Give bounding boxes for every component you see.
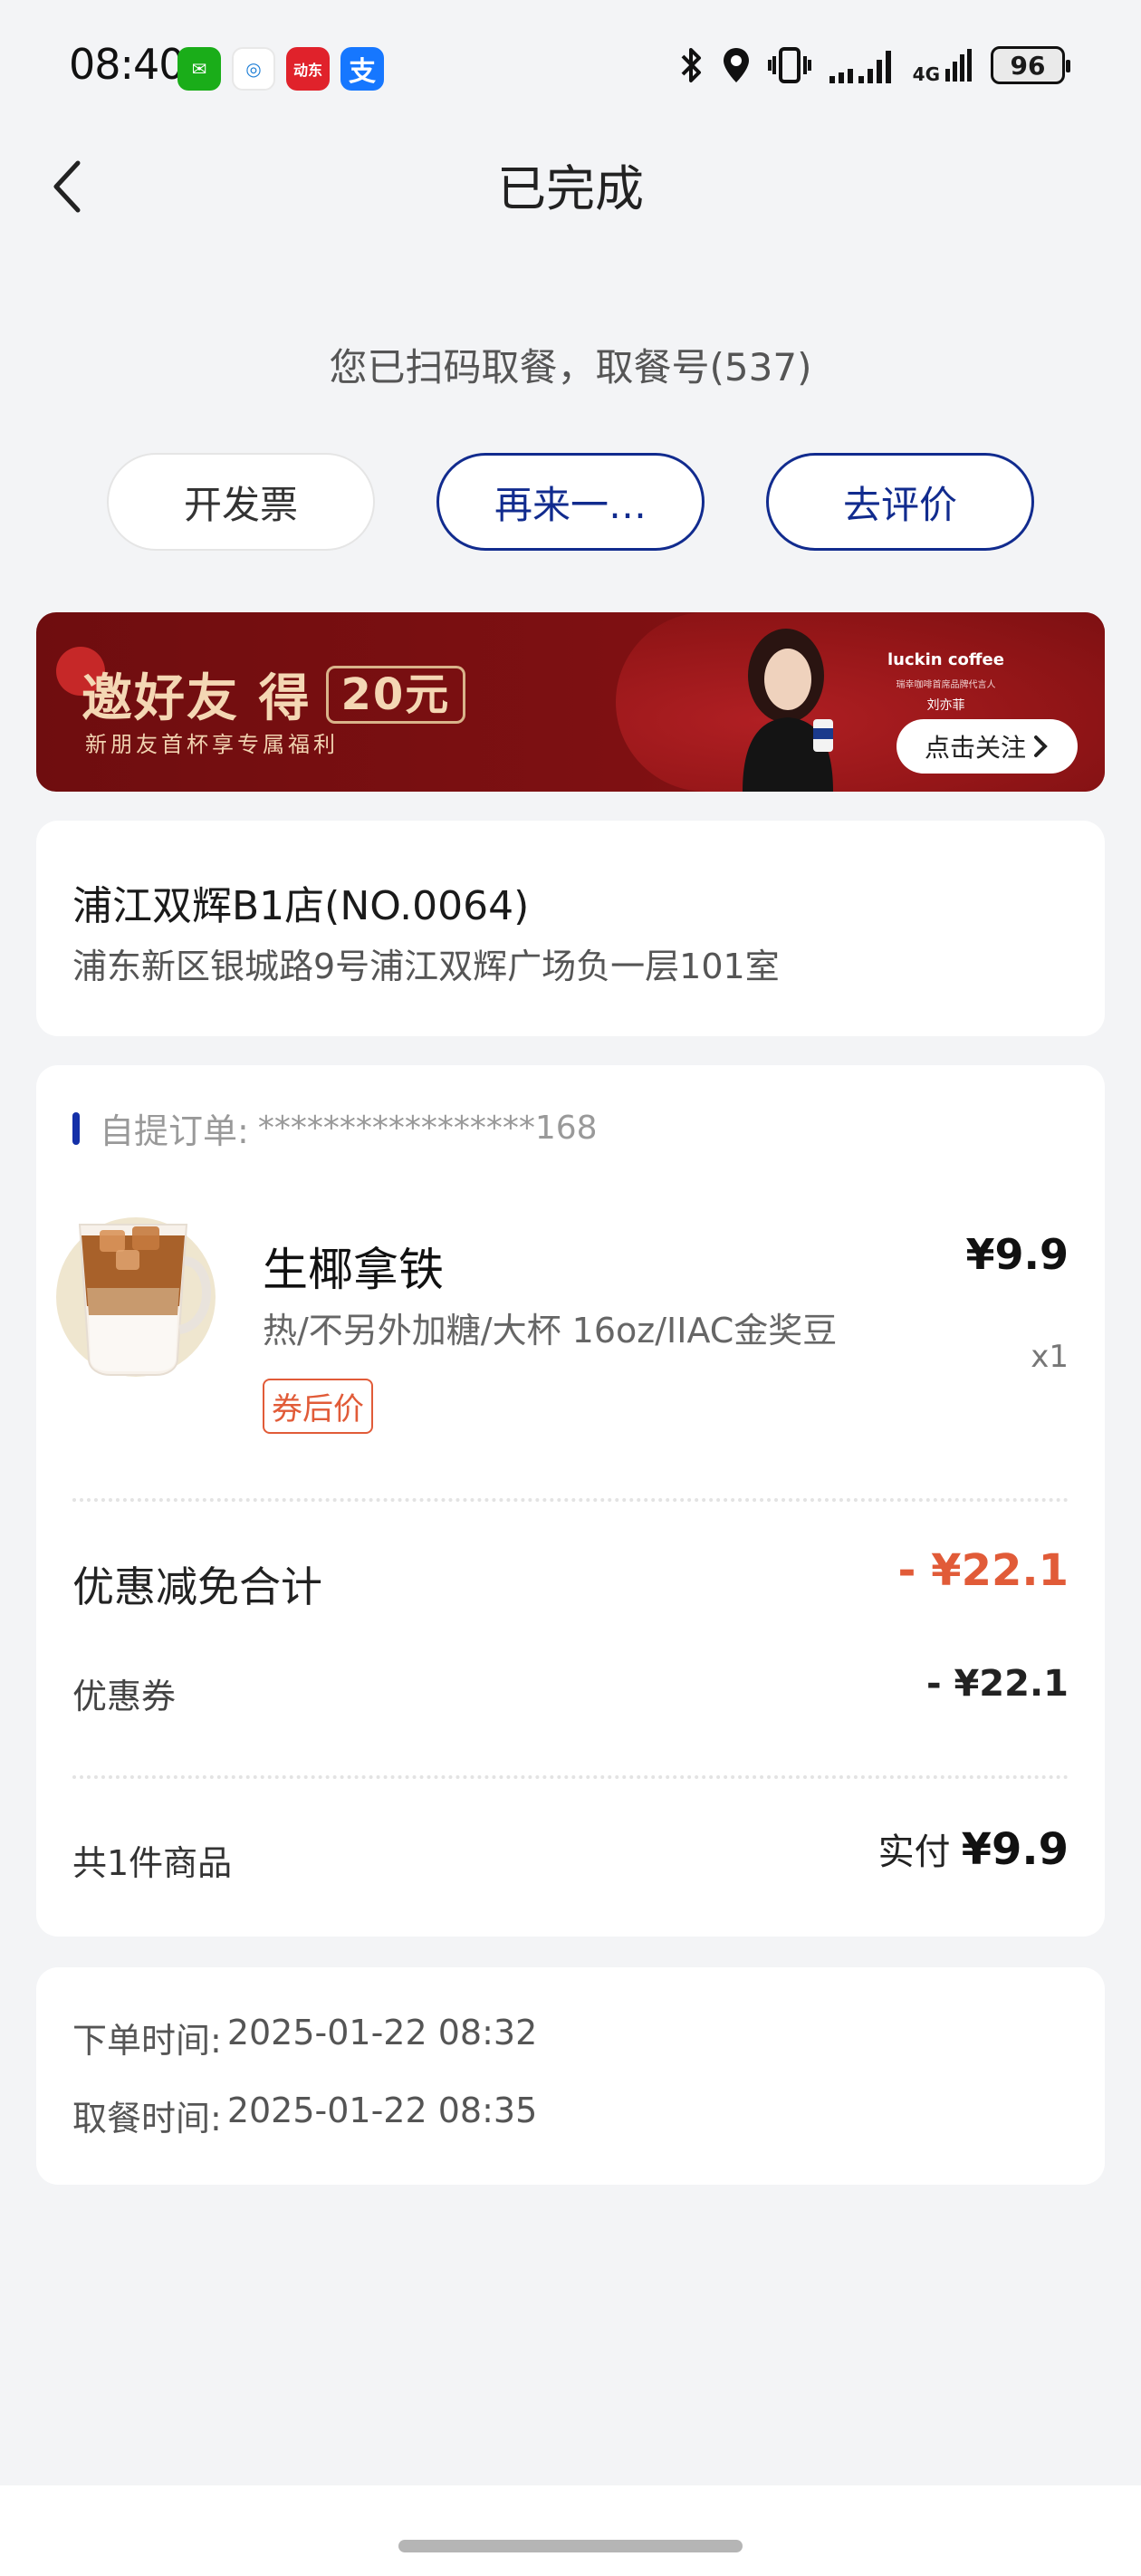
paid-label: 实付 — [877, 1831, 951, 1873]
invoice-button[interactable]: 开发票 — [107, 453, 375, 551]
order-time-row: 下单时间: 2025-01-22 08:32 — [72, 2013, 537, 2062]
bluetooth-icon — [681, 48, 701, 82]
system-icons: 4G 96 — [677, 45, 1070, 85]
vibrate-icon — [767, 47, 811, 83]
item-count: 共1件商品 — [72, 1843, 233, 1883]
order-time-value: 2025-01-22 08:32 — [226, 2013, 538, 2052]
pickup-time-label: 取餐时间: — [72, 2099, 222, 2139]
coupon-value: - ¥22.1 — [925, 1663, 1069, 1705]
coupon-label: 优惠券 — [72, 1677, 177, 1716]
order-time-label: 下单时间: — [72, 2021, 222, 2061]
follow-label: 点击关注 — [924, 733, 1026, 763]
dotted-divider — [72, 1498, 1069, 1502]
page-title: 已完成 — [497, 160, 644, 217]
pickup-time-value: 2025-01-22 08:35 — [226, 2091, 538, 2130]
banner-subtitle: 新朋友首杯享专属福利 — [85, 732, 339, 757]
cell-signal-icon — [945, 49, 972, 82]
wechat-icon: ✉ — [177, 47, 221, 91]
status-bar: 08:40 ✉ ◎ 动东 支 4G 96 — [0, 0, 1141, 136]
notification-icons: ✉ ◎ 动东 支 — [177, 47, 384, 91]
coupon-price-tag: 券后价 — [263, 1379, 373, 1434]
brand-block: luckin coffee 瑞幸咖啡首席品牌代言人 刘亦菲 — [887, 650, 1004, 714]
reorder-button[interactable]: 再来一… — [436, 453, 705, 551]
pickup-message: 您已扫码取餐，取餐号(537) — [329, 345, 812, 389]
store-card[interactable]: 浦江双辉B1店(NO.0064) 浦东新区银城路9号浦江双辉广场负一层101室 — [36, 821, 1105, 1036]
brand-person: 刘亦菲 — [926, 698, 965, 713]
home-indicator[interactable] — [398, 2540, 743, 2552]
pickup-time-row: 取餐时间: 2025-01-22 08:35 — [72, 2091, 537, 2140]
dongfang-icon: 动东 — [286, 47, 330, 91]
paid-value: ¥9.9 — [961, 1824, 1069, 1875]
status-time: 08:40 — [69, 40, 186, 89]
china-mobile-icon: ◎ — [232, 47, 275, 91]
nav-bar: 已完成 — [0, 136, 1141, 235]
order-times-card: 下单时间: 2025-01-22 08:32 取餐时间: 2025-01-22 … — [36, 1967, 1105, 2185]
banner-title-text: 邀好友 得 — [82, 669, 312, 728]
spokesperson-image — [743, 629, 833, 792]
product-quantity: x1 — [1031, 1339, 1069, 1375]
coconut-latte-image — [56, 1217, 216, 1377]
product-price: ¥9.9 — [965, 1230, 1069, 1279]
alipay-icon: 支 — [340, 47, 384, 91]
signal-icon — [829, 51, 891, 83]
brand-tagline: 瑞幸咖啡首席品牌代言人 — [896, 680, 996, 690]
order-header: 自提订单: *****************168 — [72, 1103, 598, 1153]
store-address: 浦东新区银城路9号浦江双辉广场负一层101室 — [72, 947, 780, 986]
order-detail-page: 08:40 ✉ ◎ 动东 支 4G 96 已完成 您已扫码取餐，取餐号(537)… — [0, 0, 1141, 2576]
order-label: 自提订单: — [100, 1111, 249, 1151]
product-name: 生椰拿铁 — [263, 1244, 444, 1296]
order-number: *****************168 — [257, 1110, 598, 1147]
store-name: 浦江双辉B1店(NO.0064) — [72, 883, 530, 929]
dotted-divider — [72, 1775, 1069, 1779]
gesture-bar — [0, 2485, 1141, 2576]
network-type: 4G — [912, 63, 940, 85]
product-spec: 热/不另外加糖/大杯 16oz/IIAC金奖豆 — [263, 1311, 838, 1350]
accent-bar — [72, 1111, 80, 1145]
review-button[interactable]: 去评价 — [766, 453, 1034, 551]
action-buttons: 开发票 再来一… 去评价 — [107, 453, 1034, 551]
brand-name: luckin coffee — [887, 650, 1004, 669]
order-card: 自提订单: *****************168 生椰拿铁 热/不另外加糖/… — [36, 1065, 1105, 1937]
location-icon — [723, 48, 749, 82]
discount-total-value: - ¥22.1 — [897, 1545, 1069, 1596]
chevron-right-icon — [1034, 735, 1048, 757]
banner-amount: 20元 — [325, 665, 466, 724]
follow-button[interactable]: 点击关注 — [896, 719, 1078, 774]
discount-total-label: 优惠减免合计 — [72, 1562, 322, 1611]
referral-banner[interactable]: 邀好友 得 20元 新朋友首杯享专属福利 luckin coffee 瑞幸咖啡首… — [36, 612, 1105, 792]
paid-amount: 实付 ¥9.9 — [878, 1822, 1069, 1875]
banner-headline: 邀好友 得 20元 — [82, 658, 466, 731]
battery-indicator: 96 — [991, 46, 1070, 84]
mobile-data-indicator: 4G — [913, 47, 974, 83]
